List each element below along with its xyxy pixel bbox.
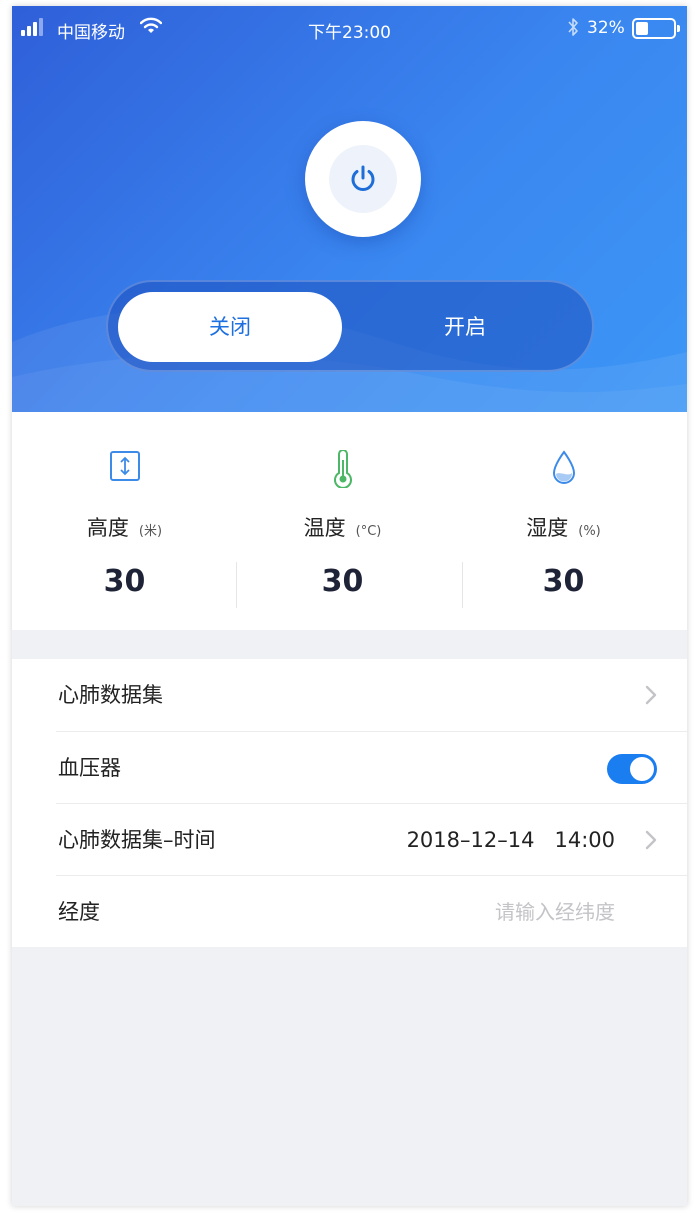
chevron-right-icon xyxy=(645,685,657,705)
segment-off-button[interactable]: 关闭 xyxy=(118,292,342,362)
height-icon xyxy=(109,451,140,481)
stat-value: 30 xyxy=(103,564,146,599)
power-button[interactable] xyxy=(305,121,421,237)
status-time: 下午23:00 xyxy=(308,23,391,43)
stat-unit: (米) xyxy=(138,524,163,539)
settings-list: 心肺数据集 血压器 心肺数据集–时间 2018–12–14 14:00 经度 请… xyxy=(12,659,687,947)
bluetooth-icon xyxy=(568,18,578,36)
blood-pressure-toggle[interactable] xyxy=(607,754,657,784)
list-item-label: 心肺数据集–时间 xyxy=(58,828,216,852)
stat-value: 30 xyxy=(542,564,585,599)
chevron-right-icon xyxy=(645,830,657,850)
list-item-label: 心肺数据集 xyxy=(58,683,163,707)
stat-unit: (°C) xyxy=(355,524,382,539)
device-header: 中国移动 下午23:00 32% 关闭 开启 xyxy=(12,6,687,412)
stat-humidity: 湿度 (%) 30 xyxy=(451,412,676,630)
longitude-input[interactable]: 请输入经纬度 xyxy=(495,876,615,948)
stat-label: 湿度 xyxy=(526,516,569,540)
thermometer-icon xyxy=(333,450,352,488)
stat-label: 高度 xyxy=(86,516,129,540)
status-bar: 中国移动 下午23:00 32% xyxy=(12,6,687,50)
power-segment-control: 关闭 开启 xyxy=(106,280,594,372)
water-drop-icon xyxy=(552,450,575,484)
stat-temperature: 温度 (°C) 30 xyxy=(230,412,455,630)
list-item-cardiopulmonary-dataset[interactable]: 心肺数据集 xyxy=(12,659,687,731)
power-icon xyxy=(351,165,375,191)
stats-panel: 高度 (米) 30 温度 (°C) 30 湿度 (%) 30 xyxy=(12,412,687,630)
battery-icon xyxy=(632,18,680,39)
list-item-label: 血压器 xyxy=(58,756,121,780)
segment-on-button[interactable]: 开启 xyxy=(348,292,582,362)
list-item-blood-pressure: 血压器 xyxy=(56,731,687,803)
list-item-dataset-time[interactable]: 心肺数据集–时间 2018–12–14 14:00 xyxy=(56,803,687,875)
stat-value: 30 xyxy=(321,564,364,599)
dataset-time-value: 2018–12–14 14:00 xyxy=(406,828,615,852)
phone-screen: 中国移动 下午23:00 32% 关闭 开启 高度 (米) 30 温度 (°C)… xyxy=(12,6,687,1206)
stat-label: 温度 xyxy=(303,516,346,540)
stat-height: 高度 (米) 30 xyxy=(12,412,237,630)
battery-percent: 32% xyxy=(587,18,625,38)
stat-unit: (%) xyxy=(578,524,601,539)
list-item-longitude: 经度 请输入经纬度 xyxy=(56,875,687,947)
list-item-label: 经度 xyxy=(58,900,100,924)
